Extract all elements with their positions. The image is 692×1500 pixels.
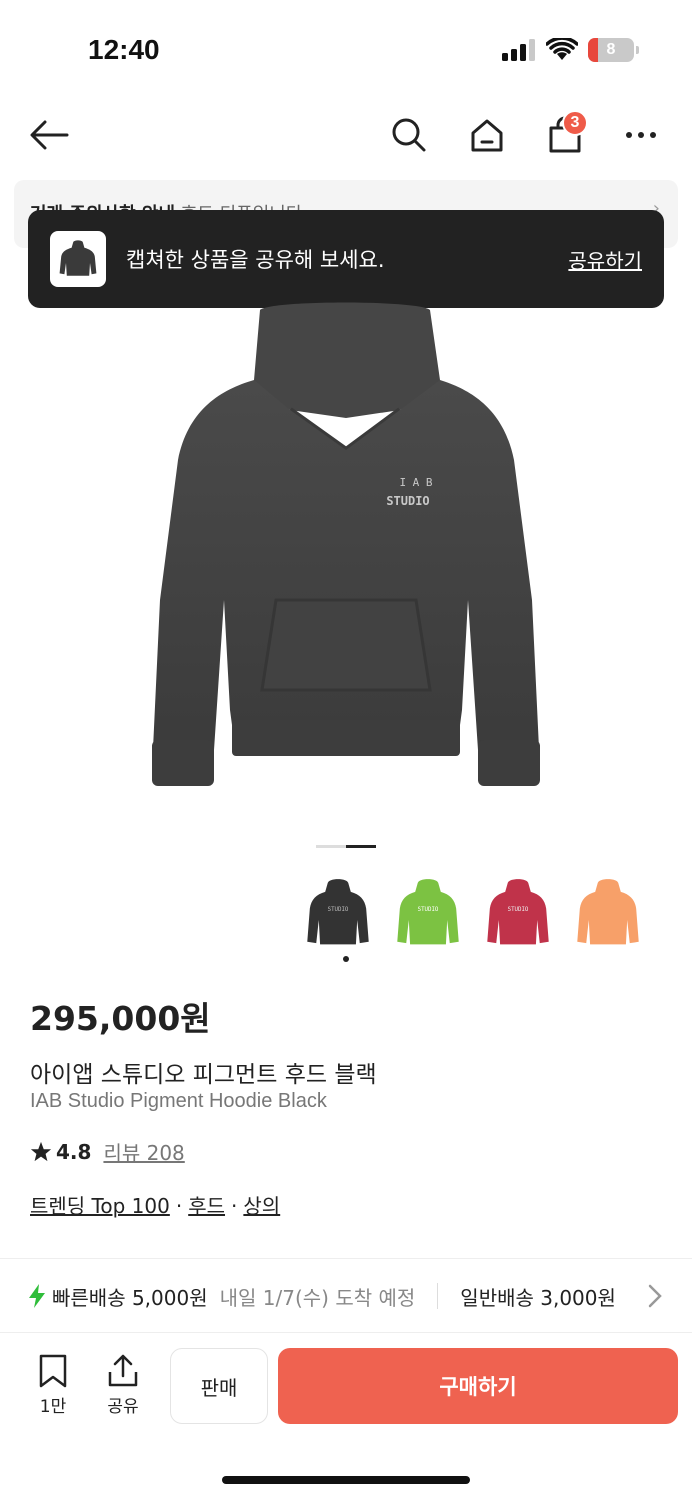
tag-trending[interactable]: 트렌딩 Top 100	[30, 1194, 170, 1218]
tag-tops[interactable]: 상의	[243, 1194, 280, 1218]
carousel-bar	[316, 845, 346, 848]
svg-text:I A B: I A B	[399, 476, 432, 489]
review-link[interactable]: 리뷰 208	[103, 1137, 184, 1166]
sell-button[interactable]: 판매	[170, 1348, 268, 1424]
back-button[interactable]	[26, 112, 72, 158]
hoodie-black-icon: STUDIO	[307, 879, 369, 945]
save-button[interactable]: 1만	[28, 1354, 78, 1417]
category-tags: 트렌딩 Top 100 · 후드 · 상의	[30, 1190, 280, 1219]
shipping-options[interactable]: 빠른배송 5,000원 내일 1/7(수) 도착 예정 일반배송 3,000원	[14, 1270, 692, 1322]
svg-text:STUDIO: STUDIO	[508, 907, 529, 913]
wifi-icon	[546, 38, 578, 60]
share-label: 공유	[107, 1397, 139, 1417]
hoodie-green-icon: STUDIO	[397, 879, 459, 945]
signal-icon	[502, 39, 535, 61]
fast-shipping-eta: 내일 1/7(수) 도착 예정	[219, 1285, 416, 1310]
swatch-black[interactable]: STUDIO	[300, 870, 376, 962]
share-toast: 캡쳐한 상품을 공유해 보세요. 공유하기	[28, 210, 664, 308]
bottom-action-bar: 1만 공유 판매 구매하기	[0, 1340, 692, 1440]
swatch-red[interactable]: STUDIO	[480, 870, 556, 956]
product-name-english: IAB Studio Pigment Hoodie Black	[30, 1090, 327, 1112]
svg-text:STUDIO: STUDIO	[418, 907, 439, 913]
fast-shipping-label: 빠른배송 5,000원	[52, 1285, 208, 1310]
tag-hoodie[interactable]: 후드	[188, 1194, 225, 1218]
battery-level: 8	[606, 41, 616, 58]
save-count: 1만	[39, 1397, 67, 1417]
hoodie-red-icon: STUDIO	[487, 879, 549, 945]
selected-dot	[343, 956, 349, 962]
color-swatches: STUDIO STUDIO STUDIO	[300, 870, 646, 962]
bookmark-icon	[39, 1354, 67, 1388]
swatch-orange[interactable]	[570, 870, 646, 956]
more-button[interactable]	[618, 112, 664, 158]
status-time: 12:40	[88, 34, 160, 65]
svg-text:STUDIO: STUDIO	[328, 907, 349, 913]
hoodie-thumbnail-icon	[59, 240, 97, 276]
hoodie-orange-icon	[577, 879, 639, 945]
svg-text:STUDIO: STUDIO	[386, 494, 429, 508]
hoodie-image: I A B STUDIO	[152, 302, 540, 786]
normal-shipping-label[interactable]: 일반배송 3,000원	[460, 1282, 616, 1311]
lightning-icon	[29, 1284, 45, 1308]
star-icon	[30, 1141, 52, 1161]
toast-message: 캡쳐한 상품을 공유해 보세요.	[126, 248, 385, 272]
carousel-indicator	[316, 845, 376, 848]
home-icon	[471, 119, 503, 152]
divider	[0, 1258, 692, 1259]
product-price: 295,000원	[30, 999, 211, 1038]
carousel-bar-active	[346, 845, 376, 848]
buy-button[interactable]: 구매하기	[278, 1348, 678, 1424]
status-bar: 12:40 8	[0, 0, 692, 100]
home-indicator	[222, 1476, 470, 1484]
share-icon	[108, 1354, 138, 1387]
share-button[interactable]: 공유	[98, 1354, 148, 1417]
tag-separator: ·	[175, 1194, 183, 1218]
back-arrow-icon	[30, 120, 69, 150]
chevron-right-icon[interactable]	[648, 1284, 662, 1308]
home-button[interactable]	[464, 112, 510, 158]
nav-bar: 3	[0, 100, 692, 170]
rating-row: 4.8 리뷰 208	[30, 1137, 185, 1166]
shipping-divider	[437, 1283, 439, 1309]
search-icon	[392, 118, 426, 152]
toast-share-link[interactable]: 공유하기	[568, 245, 642, 274]
cart-count-badge: 3	[562, 110, 588, 136]
divider	[0, 1332, 692, 1333]
status-icons: 8	[502, 38, 639, 62]
tag-separator: ·	[231, 1194, 238, 1218]
cart-button[interactable]: 3	[542, 110, 588, 158]
battery-icon: 8	[588, 38, 639, 62]
product-name-korean: 아이앱 스튜디오 피그먼트 후드 블랙	[30, 1062, 377, 1088]
toast-thumbnail	[50, 231, 106, 287]
product-image[interactable]: I A B STUDIO	[140, 300, 552, 810]
search-button[interactable]	[386, 112, 432, 158]
more-icon	[626, 132, 656, 138]
rating-score: 4.8	[56, 1139, 92, 1164]
fast-shipping[interactable]: 빠른배송 5,000원 내일 1/7(수) 도착 예정	[14, 1282, 415, 1311]
swatch-green[interactable]: STUDIO	[390, 870, 466, 956]
